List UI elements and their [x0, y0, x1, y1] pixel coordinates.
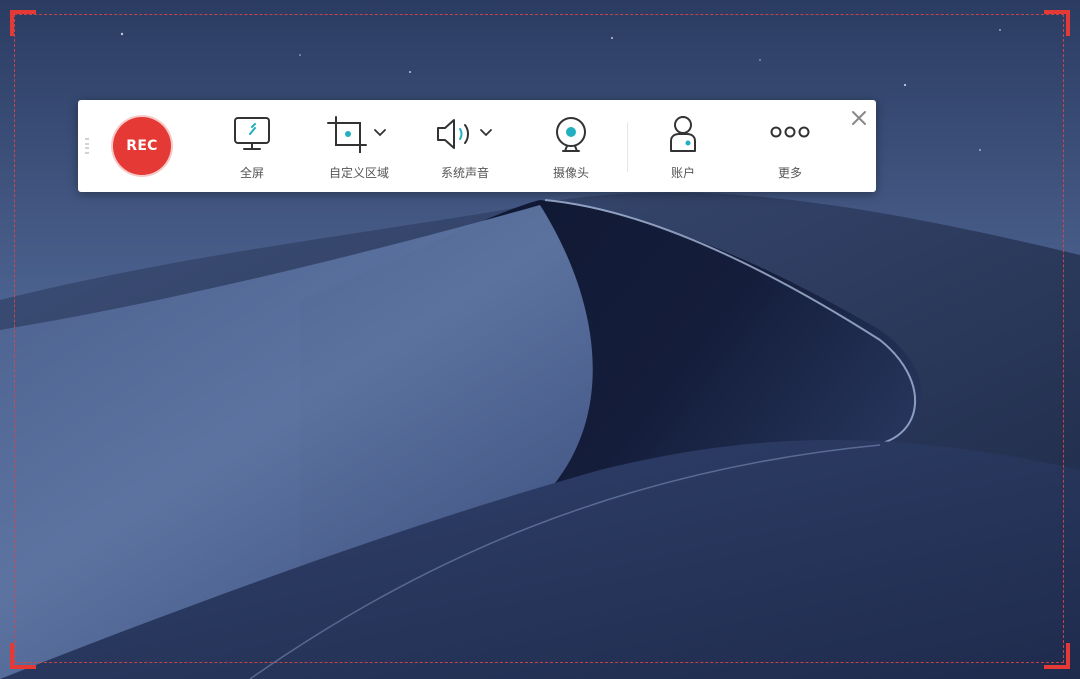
account-button[interactable]: 账户 [658, 100, 708, 192]
desktop-screen: REC 全屏 自定义区域 系统声音 摄像头 账户 更多 [0, 0, 1080, 679]
more-dots-icon [770, 126, 810, 138]
fullscreen-label: 全屏 [239, 166, 264, 180]
system-sound-button[interactable]: 系统声音 [434, 100, 496, 192]
region-corner-top-left-handle[interactable] [10, 10, 36, 36]
rec-button[interactable]: REC [113, 117, 171, 175]
account-label: 账户 [670, 166, 695, 180]
custom-area-label: 自定义区域 [328, 166, 389, 180]
recorder-toolbar: REC 全屏 自定义区域 系统声音 摄像头 账户 更多 [78, 100, 876, 192]
webcam-icon [556, 117, 586, 152]
more-button[interactable]: 更多 [764, 100, 816, 192]
system-sound-label: 系统声音 [440, 166, 489, 180]
custom-area-button[interactable]: 自定义区域 [324, 100, 394, 192]
region-corner-bottom-left-handle[interactable] [10, 643, 36, 669]
close-icon[interactable] [850, 109, 868, 127]
fullscreen-button[interactable]: 全屏 [226, 100, 278, 192]
region-corner-bottom-right-handle[interactable] [1044, 643, 1070, 669]
user-icon [670, 116, 696, 152]
more-label: 更多 [777, 166, 802, 180]
chevron-down-icon[interactable] [480, 128, 492, 138]
drag-handle[interactable] [85, 138, 89, 154]
chevron-down-icon[interactable] [374, 128, 386, 138]
region-corner-top-right-handle[interactable] [1044, 10, 1070, 36]
camera-button[interactable]: 摄像头 [544, 100, 598, 192]
camera-label: 摄像头 [552, 166, 589, 180]
monitor-icon [234, 117, 270, 150]
toolbar-divider [627, 122, 628, 172]
speaker-icon [437, 119, 469, 149]
crop-icon [327, 116, 367, 153]
rec-button-label: REC [126, 138, 158, 154]
